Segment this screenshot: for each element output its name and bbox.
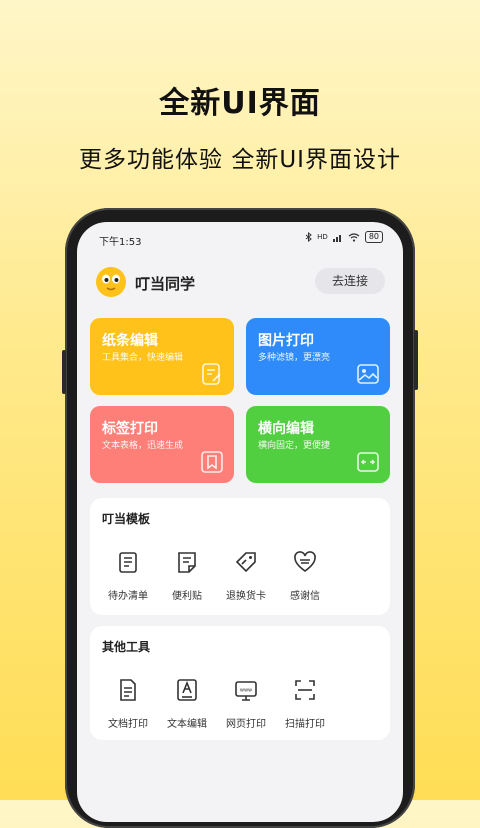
tool-scan-print[interactable]: 扫描打印 [275,678,335,730]
horizontal-arrows-icon [357,452,379,472]
app-header: 叮当同学 去连接 [77,260,403,304]
heart-letter-icon [294,551,316,572]
phone-volume-button [62,350,66,394]
card-subtitle: 多种滤镜，更漂亮 [258,353,331,363]
template-return-card[interactable]: 退换货卡 [216,550,276,602]
bookmark-icon [201,451,223,473]
app-name: 叮当同学 [135,275,196,293]
image-icon [357,364,379,384]
card-note-edit[interactable]: 纸条编辑 工具集合，快速编辑 [90,318,234,395]
tool-label: 扫描打印 [285,719,325,730]
tools-title: 其他工具 [102,640,151,654]
battery-indicator: 80 [364,231,383,243]
card-title: 标签打印 [102,421,158,437]
document-icon [120,679,136,701]
wifi-icon [348,232,360,242]
tool-label: 文本编辑 [167,719,207,730]
card-horizontal-edit[interactable]: 横向编辑 横向固定，更便捷 [246,406,390,483]
tools-section: 其他工具 文档打印 文本编辑 www 网页打印 扫描打印 [90,626,390,740]
status-bar: 下午1:53 HD 80 [77,222,403,252]
template-todo-list[interactable]: 待办清单 [98,550,158,602]
phone-screen: 下午1:53 HD 80 叮当同学 去连接 纸条编辑 工具集合，快速编辑 图片打… [77,222,403,822]
status-icons: HD 80 [305,231,383,243]
template-sticky-note[interactable]: 便利贴 [157,550,217,602]
phone-power-button [414,330,418,390]
bluetooth-icon [305,232,312,242]
template-label: 便利贴 [172,591,202,602]
template-label: 待办清单 [108,591,148,602]
card-subtitle: 文本表格，迅速生成 [102,441,184,451]
svg-text:www: www [240,688,252,694]
templates-title: 叮当模板 [102,512,151,526]
tag-icon [235,552,256,573]
card-image-print[interactable]: 图片打印 多种滤镜，更漂亮 [246,318,390,395]
promo-headline: 全新UI界面 [159,86,321,121]
signal-icon [332,234,341,242]
card-subtitle: 横向固定，更便捷 [258,441,331,451]
scan-icon [295,680,315,700]
edit-note-icon [202,363,221,385]
status-time: 下午1:53 [99,237,142,248]
tool-label: 文档打印 [108,719,148,730]
text-edit-icon [177,679,197,701]
card-label-print[interactable]: 标签打印 文本表格，迅速生成 [90,406,234,483]
tool-document-print[interactable]: 文档打印 [98,678,158,730]
template-label: 感谢信 [290,591,320,602]
card-subtitle: 工具集合，快速编辑 [102,353,184,363]
tool-label: 网页打印 [226,719,266,730]
promo-subline: 更多功能体验 全新UI界面设计 [79,147,401,173]
card-title: 横向编辑 [258,421,314,437]
card-title: 纸条编辑 [102,333,158,349]
tool-web-print[interactable]: www 网页打印 [216,678,276,730]
mascot-avatar [96,267,126,297]
signal-label: HD [317,233,328,241]
sticky-note-icon [178,552,196,573]
web-icon: www [235,681,257,701]
template-thank-you-letter[interactable]: 感谢信 [275,550,335,602]
checklist-icon [119,552,137,573]
template-label: 退换货卡 [226,591,266,602]
connect-button[interactable]: 去连接 [315,268,385,294]
templates-section: 叮当模板 待办清单 便利贴 退换货卡 感谢信 [90,498,390,615]
tool-text-edit[interactable]: 文本编辑 [157,678,217,730]
card-title: 图片打印 [258,333,314,349]
